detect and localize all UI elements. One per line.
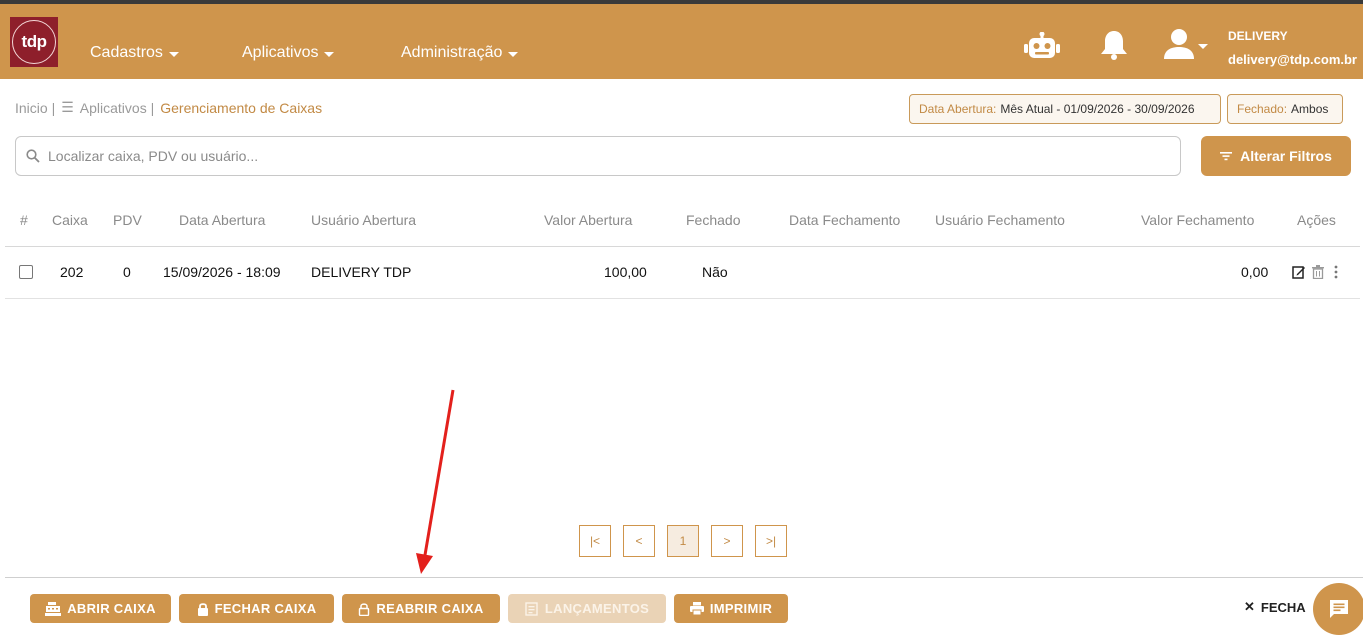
lancamentos-button[interactable]: LANÇAMENTOS bbox=[508, 594, 666, 623]
cell-caixa: 202 bbox=[60, 264, 84, 280]
caret-down-icon bbox=[324, 51, 335, 57]
nav-menu-administracao[interactable]: Administração bbox=[401, 44, 519, 62]
breadcrumb-home[interactable]: Inicio | bbox=[15, 100, 55, 116]
lancamentos-label: LANÇAMENTOS bbox=[544, 601, 650, 616]
cell-valor-abertura: 100,00 bbox=[604, 264, 647, 280]
row-checkbox[interactable] bbox=[19, 265, 33, 279]
printer-icon bbox=[689, 602, 704, 615]
filter-chip-date[interactable]: Data Abertura: Mês Atual - 01/09/2026 - … bbox=[909, 94, 1221, 124]
filter-chip-date-value: Mês Atual - 01/09/2026 - 30/09/2026 bbox=[1000, 102, 1195, 116]
filter-chip-closed-value: Ambos bbox=[1291, 102, 1329, 116]
pager-next-button[interactable]: > bbox=[711, 525, 743, 557]
col-header-caixa[interactable]: Caixa bbox=[52, 212, 88, 228]
alterar-filtros-button[interactable]: Alterar Filtros bbox=[1201, 136, 1351, 176]
trash-icon[interactable] bbox=[1312, 265, 1324, 279]
cell-fechado: Não bbox=[702, 264, 728, 280]
ledger-icon bbox=[525, 601, 538, 616]
col-header-fechado[interactable]: Fechado bbox=[686, 212, 740, 228]
cell-usuario-abertura: DELIVERY TDP bbox=[311, 264, 412, 280]
abrir-caixa-label: ABRIR CAIXA bbox=[67, 601, 156, 616]
bell-icon[interactable] bbox=[1100, 30, 1128, 60]
reabrir-caixa-button[interactable]: REABRIR CAIXA bbox=[342, 594, 500, 623]
filter-chip-closed[interactable]: Fechado: Ambos bbox=[1227, 94, 1343, 124]
col-header-pdv[interactable]: PDV bbox=[113, 212, 142, 228]
pager-prev-button[interactable]: < bbox=[623, 525, 655, 557]
caret-down-icon bbox=[168, 51, 179, 57]
close-icon: ✕ bbox=[1244, 599, 1255, 614]
search-box bbox=[15, 136, 1181, 176]
unlock-icon bbox=[359, 602, 370, 616]
alterar-filtros-label: Alterar Filtros bbox=[1240, 148, 1332, 164]
close-label: FECHA bbox=[1260, 599, 1306, 615]
list-icon: ☰ bbox=[61, 99, 74, 115]
imprimir-label: IMPRIMIR bbox=[709, 601, 773, 616]
nav-menu-cadastros-label: Cadastros bbox=[90, 44, 163, 61]
table-row-divider bbox=[5, 298, 1360, 299]
search-input[interactable] bbox=[48, 148, 1148, 164]
pager-first-button[interactable]: |< bbox=[579, 525, 611, 557]
top-navbar: tdp Cadastros Aplicativos Administração … bbox=[0, 4, 1363, 79]
search-icon bbox=[26, 149, 40, 163]
fechar-caixa-button[interactable]: FECHAR CAIXA bbox=[179, 594, 334, 623]
breadcrumb: Inicio | ☰ Aplicativos | Gerenciamento d… bbox=[15, 99, 322, 116]
caret-down-icon bbox=[508, 51, 519, 57]
cell-pdv: 0 bbox=[123, 264, 131, 280]
cell-valor-fechamento: 0,00 bbox=[1241, 264, 1269, 280]
filter-icon bbox=[1220, 152, 1233, 161]
chat-icon bbox=[1330, 600, 1348, 618]
breadcrumb-current: Gerenciamento de Caixas bbox=[160, 99, 323, 116]
logo-text: tdp bbox=[21, 32, 47, 51]
col-header-usuario-abertura[interactable]: Usuário Abertura bbox=[311, 212, 416, 228]
col-header-data-fechamento[interactable]: Data Fechamento bbox=[789, 212, 900, 228]
imprimir-button[interactable]: IMPRIMIR bbox=[674, 594, 788, 623]
col-header-usuario-fechamento[interactable]: Usuário Fechamento bbox=[935, 212, 1065, 228]
breadcrumb-apps[interactable]: Aplicativos | bbox=[80, 100, 154, 116]
abrir-caixa-button[interactable]: ABRIR CAIXA bbox=[30, 594, 171, 623]
logo-ring: tdp bbox=[12, 20, 56, 64]
fechar-caixa-label: FECHAR CAIXA bbox=[214, 601, 317, 616]
chat-button[interactable] bbox=[1313, 583, 1363, 635]
user-name: DELIVERY bbox=[1228, 29, 1288, 43]
col-header-acoes: Ações bbox=[1297, 212, 1336, 228]
filter-chip-closed-key: Fechado: bbox=[1237, 102, 1288, 116]
edit-icon[interactable] bbox=[1292, 265, 1306, 279]
pager-page-1[interactable]: 1 bbox=[667, 525, 699, 557]
reabrir-caixa-label: REABRIR CAIXA bbox=[376, 601, 484, 616]
user-avatar-icon[interactable] bbox=[1162, 28, 1196, 60]
tdp-logo[interactable]: tdp bbox=[10, 17, 58, 67]
col-header-data-abertura[interactable]: Data Abertura bbox=[179, 212, 265, 228]
nav-menu-aplicativos[interactable]: Aplicativos bbox=[242, 44, 335, 62]
nav-menu-aplicativos-label: Aplicativos bbox=[242, 44, 319, 61]
user-email: delivery@tdp.com.br bbox=[1228, 52, 1357, 67]
col-header-valor-abertura[interactable]: Valor Abertura bbox=[544, 212, 632, 228]
close-button[interactable]: ✕ FECHA bbox=[1244, 599, 1306, 615]
user-menu-caret-icon[interactable] bbox=[1198, 44, 1208, 49]
col-header-select: # bbox=[20, 212, 28, 228]
more-vertical-icon[interactable] bbox=[1333, 265, 1339, 279]
nav-menu-cadastros[interactable]: Cadastros bbox=[90, 44, 179, 62]
filter-chip-date-key: Data Abertura: bbox=[919, 102, 997, 116]
pager-last-button[interactable]: >| bbox=[755, 525, 787, 557]
nav-menu-administracao-label: Administração bbox=[401, 44, 503, 61]
lock-icon bbox=[197, 602, 208, 616]
robot-icon[interactable] bbox=[1024, 32, 1060, 62]
col-header-valor-fechamento[interactable]: Valor Fechamento bbox=[1141, 212, 1254, 228]
table-divider bbox=[5, 246, 1360, 247]
cell-data-abertura: 15/09/2026 - 18:09 bbox=[163, 264, 281, 280]
cash-register-icon bbox=[45, 601, 62, 616]
footer-divider bbox=[5, 577, 1363, 578]
